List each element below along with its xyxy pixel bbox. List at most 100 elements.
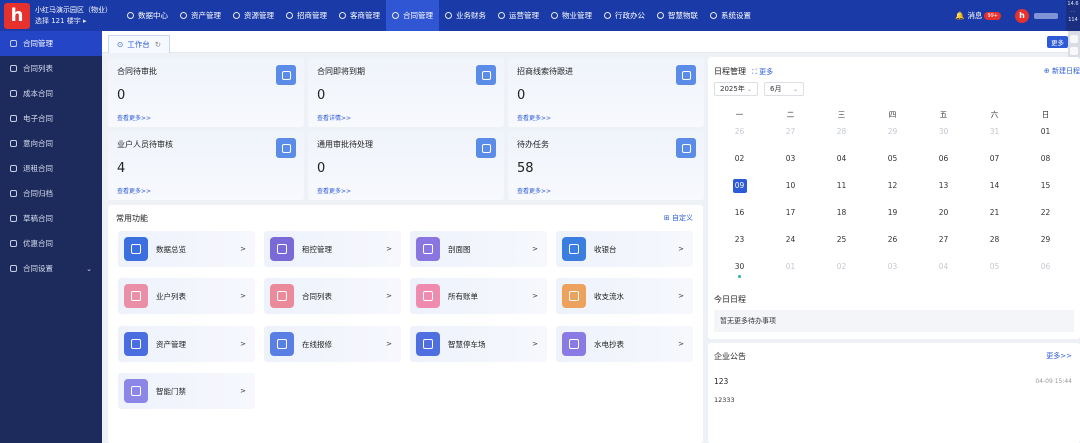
- rail-icon[interactable]: [1070, 35, 1078, 43]
- sidebar-item[interactable]: 合同设置 ⌄: [0, 256, 102, 281]
- building-selector[interactable]: 选择 121 楼宇 ▸: [35, 16, 113, 27]
- park-selector[interactable]: 小红马演示园区（物业） 选择 121 楼宇 ▸: [35, 5, 113, 27]
- more-tabs-button[interactable]: 更多: [1047, 36, 1068, 48]
- nav-item[interactable]: 合同管理: [386, 0, 439, 31]
- stat-card[interactable]: 通用审批待处理 0 查看更多>>: [308, 131, 504, 200]
- calendar-day[interactable]: 06: [1020, 260, 1071, 274]
- stat-card[interactable]: 招商线索待跟进 0 查看更多>>: [508, 58, 704, 127]
- stat-more-link[interactable]: 查看更多>>: [517, 186, 551, 195]
- calendar-day[interactable]: 10: [765, 179, 816, 193]
- calendar-day[interactable]: 16: [714, 206, 765, 220]
- nav-item[interactable]: 物业管理: [545, 0, 598, 31]
- nav-item[interactable]: 客商管理: [333, 0, 386, 31]
- calendar-day[interactable]: 23: [714, 233, 765, 247]
- calendar-day[interactable]: 12: [867, 179, 918, 193]
- calendar-day[interactable]: 30: [918, 125, 969, 139]
- refresh-icon[interactable]: ↻: [155, 40, 161, 49]
- stat-card[interactable]: 合同即将到期 0 查看详情>>: [308, 58, 504, 127]
- calendar-day[interactable]: 01: [765, 260, 816, 274]
- calendar-day[interactable]: 26: [867, 233, 918, 247]
- tab-workbench[interactable]: ⊙ 工作台 ↻: [108, 35, 171, 53]
- sidebar-item[interactable]: 合同列表: [0, 56, 102, 81]
- nav-item[interactable]: 系统设置: [704, 0, 757, 31]
- function-shortcut[interactable]: 收支流水 >: [556, 278, 693, 314]
- calendar-day[interactable]: 03: [765, 152, 816, 166]
- stat-card[interactable]: 合同待审批 0 查看更多>>: [108, 58, 304, 127]
- function-shortcut[interactable]: 合同列表 >: [264, 278, 401, 314]
- sidebar-item[interactable]: 成本合同: [0, 81, 102, 106]
- calendar-day[interactable]: 28: [816, 125, 867, 139]
- function-shortcut[interactable]: 剖面图 >: [410, 231, 547, 267]
- sidebar-item[interactable]: 合同归档: [0, 181, 102, 206]
- stat-more-link[interactable]: 查看更多>>: [317, 186, 351, 195]
- calendar-day[interactable]: 04: [816, 152, 867, 166]
- calendar-day[interactable]: 01: [1020, 125, 1071, 139]
- announcement-item-title[interactable]: 123: [714, 377, 728, 386]
- sidebar-item[interactable]: 合同管理: [0, 31, 102, 56]
- customize-link[interactable]: ⊞ 自定义: [664, 213, 693, 223]
- function-shortcut[interactable]: 数据总览 >: [118, 231, 255, 267]
- sidebar-item[interactable]: 优惠合同: [0, 231, 102, 256]
- function-shortcut[interactable]: 智慧停车场 >: [410, 326, 547, 362]
- calendar-day[interactable]: 30: [714, 260, 765, 274]
- function-shortcut[interactable]: 资产管理 >: [118, 326, 255, 362]
- calendar-day[interactable]: 15: [1020, 179, 1071, 193]
- stat-more-link[interactable]: 查看更多>>: [517, 113, 551, 122]
- calendar-day[interactable]: 31: [969, 125, 1020, 139]
- calendar-day[interactable]: 20: [918, 206, 969, 220]
- calendar-day[interactable]: 27: [918, 233, 969, 247]
- calendar-day[interactable]: 11: [816, 179, 867, 193]
- calendar-day[interactable]: 19: [867, 206, 918, 220]
- calendar-day[interactable]: 13: [918, 179, 969, 193]
- calendar-day[interactable]: 29: [867, 125, 918, 139]
- stat-more-link[interactable]: 查看更多>>: [117, 186, 151, 195]
- messages-button[interactable]: 🔔 消息 99+: [955, 10, 1001, 21]
- calendar-day[interactable]: 09: [714, 179, 765, 193]
- calendar-day[interactable]: 02: [714, 152, 765, 166]
- calendar-day[interactable]: 04: [918, 260, 969, 274]
- function-shortcut[interactable]: 租控管理 >: [264, 231, 401, 267]
- sidebar-item[interactable]: 电子合同: [0, 106, 102, 131]
- calendar-day[interactable]: 17: [765, 206, 816, 220]
- calendar-day[interactable]: 05: [969, 260, 1020, 274]
- nav-item[interactable]: 行政办公: [598, 0, 651, 31]
- user-name[interactable]: [1034, 12, 1058, 19]
- function-shortcut[interactable]: 智能门禁 >: [118, 373, 255, 409]
- new-schedule-button[interactable]: ⊕ 新建日程: [1044, 66, 1080, 76]
- calendar-day[interactable]: 18: [816, 206, 867, 220]
- rail-icon[interactable]: [1070, 47, 1078, 55]
- nav-item[interactable]: 资产管理: [174, 0, 227, 31]
- sidebar-item[interactable]: 草稿合同: [0, 206, 102, 231]
- calendar-day[interactable]: 03: [867, 260, 918, 274]
- stat-more-link[interactable]: 查看更多>>: [117, 113, 151, 122]
- function-shortcut[interactable]: 收银台 >: [556, 231, 693, 267]
- function-shortcut[interactable]: 业户列表 >: [118, 278, 255, 314]
- calendar-day[interactable]: 22: [1020, 206, 1071, 220]
- nav-item[interactable]: 数据中心: [121, 0, 174, 31]
- function-shortcut[interactable]: 在线报修 >: [264, 326, 401, 362]
- calendar-day[interactable]: 05: [867, 152, 918, 166]
- calendar-day[interactable]: 26: [714, 125, 765, 139]
- nav-item[interactable]: 业务财务: [439, 0, 492, 31]
- calendar-day[interactable]: 28: [969, 233, 1020, 247]
- stat-more-link[interactable]: 查看详情>>: [317, 113, 351, 122]
- stat-card[interactable]: 业户人员待审核 4 查看更多>>: [108, 131, 304, 200]
- calendar-day[interactable]: 25: [816, 233, 867, 247]
- sidebar-item[interactable]: 退租合同: [0, 156, 102, 181]
- function-shortcut[interactable]: 所有账单 >: [410, 278, 547, 314]
- nav-item[interactable]: 智慧物联: [651, 0, 704, 31]
- year-select[interactable]: 2025年 ⌄: [714, 82, 758, 96]
- calendar-day[interactable]: 06: [918, 152, 969, 166]
- stat-card[interactable]: 待办任务 58 查看更多>>: [508, 131, 704, 200]
- calendar-day[interactable]: 21: [969, 206, 1020, 220]
- avatar[interactable]: h: [1015, 8, 1029, 23]
- nav-item[interactable]: 运营管理: [492, 0, 545, 31]
- calendar-day[interactable]: 07: [969, 152, 1020, 166]
- month-select[interactable]: 6月 ⌄: [764, 82, 804, 96]
- calendar-day[interactable]: 08: [1020, 152, 1071, 166]
- calendar-day[interactable]: 14: [969, 179, 1020, 193]
- calendar-day[interactable]: 24: [765, 233, 816, 247]
- schedule-more-link[interactable]: ⛶ 更多: [752, 67, 773, 77]
- calendar-day[interactable]: 27: [765, 125, 816, 139]
- announcement-more-link[interactable]: 更多>>: [1046, 351, 1072, 361]
